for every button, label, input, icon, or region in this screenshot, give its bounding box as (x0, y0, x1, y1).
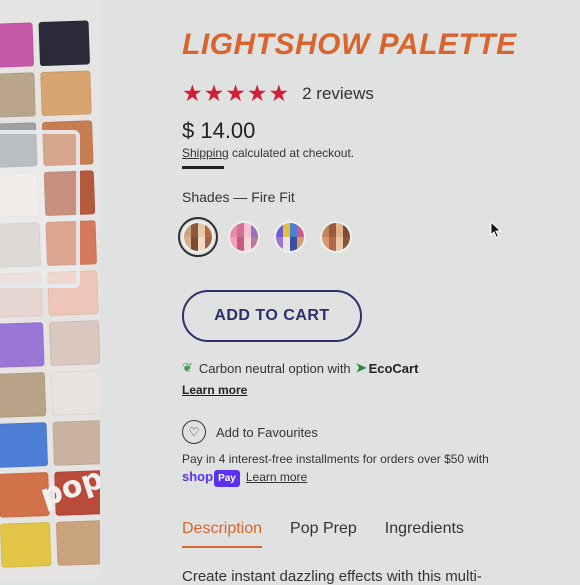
description-text: Create instant dazzling effects with thi… (182, 568, 482, 585)
installments-learn-more-link[interactable]: Learn more (246, 470, 307, 484)
shade-fire-fit[interactable] (178, 217, 218, 257)
product-tabs: Description Pop Prep Ingredients (182, 520, 464, 548)
product-price: $ 14.00 (182, 118, 256, 143)
mouse-cursor-icon (490, 221, 502, 239)
shop-pay-logo: shop (182, 469, 214, 484)
price-divider (182, 166, 224, 169)
ecocart-learn-more-link[interactable]: Learn more (182, 383, 247, 397)
leaf-icon: ❦ (182, 360, 193, 375)
shade-bronze[interactable] (320, 221, 352, 253)
ecocart-label: EcoCart (368, 360, 419, 376)
shade-pink[interactable] (228, 221, 260, 253)
heart-icon[interactable]: ♡ (182, 420, 206, 444)
tab-pop-prep[interactable]: Pop Prep (290, 520, 357, 548)
reviews-link[interactable]: 2 reviews (302, 84, 374, 104)
installments-note: Pay in 4 interest-free installments for … (182, 451, 489, 487)
add-to-cart-button[interactable]: ADD TO CART (182, 290, 362, 342)
product-title: LIGHTSHOW PALETTE (182, 28, 517, 61)
installments-text: Pay in 4 interest-free installments for … (182, 452, 489, 466)
tab-description[interactable]: Description (182, 520, 263, 548)
star-rating-icon: ★★★★★ (182, 80, 291, 106)
shade-lightshow[interactable] (274, 221, 306, 253)
add-to-favourites[interactable]: ♡ Add to Favourites (182, 420, 318, 444)
rating-row[interactable]: ★★★★★ 2 reviews (182, 82, 374, 105)
shop-pay-badge: Pay (214, 470, 240, 487)
ecocart-arrow-icon: ➤ (355, 360, 367, 375)
shades-label: Shades — Fire Fit (182, 189, 295, 205)
palette-lid (0, 130, 80, 288)
ecocart-logo: ➤ EcoCart (356, 360, 419, 376)
carbon-neutral-text: Carbon neutral option with (198, 360, 351, 376)
shipping-link[interactable]: Shipping (182, 146, 229, 160)
shipping-note: Shipping calculated at checkout. (182, 146, 354, 160)
shipping-text: calculated at checkout. (228, 146, 355, 160)
favourites-label[interactable]: Add to Favourites (216, 425, 318, 440)
tab-ingredients[interactable]: Ingredients (385, 520, 464, 548)
product-image: pop (0, 0, 100, 580)
shade-selector (178, 217, 352, 257)
carbon-neutral-row: ❦ Carbon neutral option with ➤ EcoCart (182, 360, 418, 376)
